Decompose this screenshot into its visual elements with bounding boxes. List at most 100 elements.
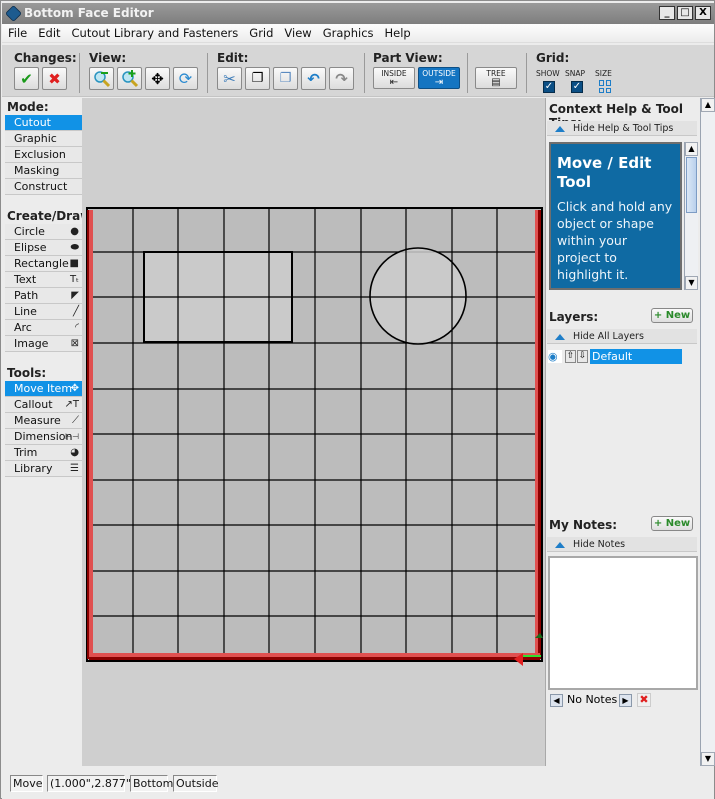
dimension-icon: ⊢⊣ [65,432,79,441]
changes-label: Changes: [14,51,77,65]
create-arc[interactable]: Arc ◜ [5,320,82,336]
view-label: View: [89,51,127,65]
toolbar-divider [364,53,365,93]
cut-button[interactable]: ✂ [217,67,242,90]
tool-library[interactable]: Library ☰ [5,461,82,477]
move-layer-up-icon[interactable]: ⇧ [565,350,576,363]
menu-help[interactable]: Help [385,26,411,40]
scissors-icon: ✂ [223,69,236,88]
tool-callout-label: Callout [14,398,53,411]
create-image[interactable]: Image ⊠ [5,336,82,352]
design-canvas[interactable] [82,98,545,766]
hide-layers-label: Hide All Layers [573,331,644,342]
right-panel-scrollbar[interactable]: ▲ ▼ [700,98,715,766]
notes-navigation: ◀ No Notes ▶ ✖ [549,692,699,708]
menu-graphics[interactable]: Graphics [323,26,374,40]
new-layer-button[interactable]: + New [651,308,693,323]
enter-icon: ⇤ [389,77,399,88]
menu-grid[interactable]: Grid [249,26,273,40]
hide-help-toggle[interactable]: Hide Help & Tool Tips [547,121,697,136]
minimize-button[interactable]: _ [659,6,675,20]
paste-icon: ❐ [251,71,264,86]
tool-callout[interactable]: Callout ↗T [5,397,82,413]
tool-trim[interactable]: Trim ◕ [5,445,82,461]
hide-notes-toggle[interactable]: Hide Notes [547,537,697,552]
pan-button[interactable]: ✥ [145,67,170,90]
refresh-view-button[interactable]: ⟳ [173,67,198,90]
hide-notes-label: Hide Notes [573,539,626,550]
create-arc-label: Arc [14,321,32,334]
copy-button[interactable]: ❐ [273,67,298,90]
create-text[interactable]: Text Tₜ [5,272,82,288]
tool-dimension[interactable]: Dimension ⊢⊣ [5,429,82,445]
exit-icon: ⇥ [434,77,444,88]
create-rectangle[interactable]: Rectangle ■ [5,256,82,272]
create-circle[interactable]: Circle ● [5,224,82,240]
scroll-up-icon[interactable]: ▲ [701,98,715,112]
scroll-up-icon[interactable]: ▲ [685,142,698,156]
menu-edit[interactable]: Edit [38,26,60,40]
mode-graphic[interactable]: Graphic [5,131,82,147]
right-panel: Context Help & Tool Tips: Hide Help & To… [545,98,715,766]
delete-note-icon[interactable]: ✖ [637,693,651,707]
ellipse-icon: ⬬ [70,242,79,253]
grid-snap-checkbox[interactable]: ✓ [571,81,583,93]
tool-measure[interactable]: Measure ⟋ [5,413,82,429]
create-ellipse[interactable]: Elipse ⬬ [5,240,82,256]
mode-cutout[interactable]: Cutout [5,115,82,131]
grid-size-icon [599,80,604,86]
create-image-label: Image [14,337,49,350]
inside-view-button[interactable]: INSIDE ⇤ [373,67,415,89]
menu-file[interactable]: File [8,26,27,40]
grid-size-button[interactable] [599,80,612,93]
status-view: Outside [173,775,218,792]
outside-view-button[interactable]: OUTSIDE ⇥ [418,67,460,89]
create-draw-label: Create/Draw: [7,209,97,223]
previous-note-icon[interactable]: ◀ [550,694,563,707]
hide-layers-toggle[interactable]: Hide All Layers [547,329,697,344]
mode-exclusion[interactable]: Exclusion [5,147,82,163]
scroll-thumb[interactable] [686,157,697,213]
eye-icon[interactable]: ◉ [548,350,562,363]
line-icon: ╱ [72,306,79,317]
title-bar[interactable]: Bottom Face Editor _ □ X [2,3,714,24]
canvas-drawing [86,207,543,666]
next-note-icon[interactable]: ▶ [619,694,632,707]
create-path[interactable]: Path ◤ [5,288,82,304]
paste-button[interactable]: ❐ [245,67,270,90]
close-button[interactable]: X [695,6,711,20]
toolbar-divider [79,53,80,93]
grid-show-checkbox[interactable]: ✓ [543,81,555,93]
trim-icon: ◕ [70,447,79,458]
scroll-down-icon[interactable]: ▼ [685,276,698,290]
scroll-down-icon[interactable]: ▼ [701,752,715,766]
notes-textarea[interactable] [548,556,698,690]
status-coordinates: (1.000",2.877") [47,775,135,792]
window-title: Bottom Face Editor [24,6,154,20]
layer-row[interactable]: ◉ ⇧ ⇩ Default [548,349,682,364]
app-logo-icon [5,5,22,22]
redo-button[interactable]: ↷ [329,67,354,90]
tool-move-item[interactable]: Move Item ✥ [5,381,82,397]
tool-trim-label: Trim [14,446,38,459]
accept-changes-button[interactable]: ✔ [14,67,39,90]
maximize-button[interactable]: □ [677,6,693,20]
menu-cutout-library[interactable]: Cutout Library and Fasteners [72,26,239,40]
grid-group: Grid: SHOW SNAP SIZE ✓ ✓ [536,51,616,99]
tree-button[interactable]: TREE ▤ [475,67,517,89]
menu-view[interactable]: View [284,26,311,40]
zoom-out-button[interactable] [89,67,114,90]
help-scrollbar[interactable]: ▲ ▼ [684,142,698,290]
new-note-button[interactable]: + New [651,516,693,531]
move-layer-down-icon[interactable]: ⇩ [577,350,588,363]
create-line[interactable]: Line ╱ [5,304,82,320]
mode-construct[interactable]: Construct [5,179,82,195]
mode-masking[interactable]: Masking [5,163,82,179]
toolbar-divider [207,53,208,93]
discard-changes-button[interactable]: ✖ [42,67,67,90]
layer-name[interactable]: Default [590,349,682,364]
view-group: View: ✥ ⟳ [89,51,198,90]
toolbar-divider [526,53,527,93]
zoom-in-button[interactable] [117,67,142,90]
undo-button[interactable]: ↶ [301,67,326,90]
